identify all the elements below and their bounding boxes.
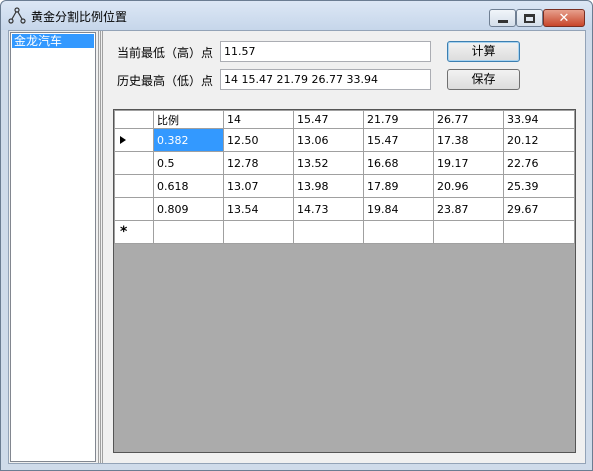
new-row: * [114,220,575,244]
column-header[interactable]: 14 [223,110,294,129]
grid-cell[interactable]: 25.39 [503,174,575,198]
grid-cell[interactable] [433,220,504,244]
results-grid[interactable]: 比例 14 15.47 21.79 26.77 33.94 0.382 12.5… [113,109,576,453]
table-row: 0.5 12.78 13.52 16.68 19.17 22.76 [114,151,575,175]
table-row: 0.618 13.07 13.98 17.89 20.96 25.39 [114,174,575,198]
grid-cell[interactable]: 19.84 [363,197,434,221]
grid-cell[interactable] [153,220,224,244]
grid-cell[interactable] [223,220,294,244]
grid-cell[interactable] [293,220,364,244]
grid-cell[interactable]: 17.89 [363,174,434,198]
window-title: 黄金分割比例位置 [31,10,128,24]
app-icon [8,7,26,24]
grid-cell[interactable]: 19.17 [433,151,504,175]
grid-table: 比例 14 15.47 21.79 26.77 33.94 0.382 12.5… [114,110,575,244]
grid-cell[interactable]: 0.5 [153,151,224,175]
minimize-button[interactable] [489,9,516,27]
current-low-label: 当前最低（高）点 [117,46,214,60]
table-row: 0.382 12.50 13.06 15.47 17.38 20.12 [114,128,575,152]
current-low-input[interactable]: 11.57 [220,41,431,62]
grid-cell[interactable]: 22.76 [503,151,575,175]
column-header[interactable]: 26.77 [433,110,504,129]
current-row-icon [120,135,126,144]
column-header[interactable]: 21.79 [363,110,434,129]
grid-cell[interactable]: 13.06 [293,128,364,152]
grid-cell[interactable]: 0.809 [153,197,224,221]
column-header[interactable]: 33.94 [503,110,575,129]
maximize-button[interactable] [516,9,543,27]
minimize-icon [497,19,508,23]
history-high-label: 历史最高（低）点 [117,74,214,88]
history-high-input[interactable]: 14 15.47 21.79 26.77 33.94 [220,69,431,90]
client-area: 金龙汽车 当前最低（高）点 11.57 计算 历史最高（低）点 14 15.47… [8,30,586,464]
row-header[interactable] [114,128,154,152]
stock-listbox[interactable]: 金龙汽车 [10,32,96,462]
row-header[interactable] [114,174,154,198]
row-header[interactable] [114,197,154,221]
close-icon: ✕ [558,10,570,26]
grid-cell[interactable] [503,220,575,244]
grid-cell[interactable]: 13.52 [293,151,364,175]
grid-header-row: 比例 14 15.47 21.79 26.77 33.94 [114,110,575,129]
splitter[interactable] [98,31,104,463]
app-window: 黄金分割比例位置 ✕ 金龙汽车 当前最低（高）点 11.57 计算 历史最高（低… [0,0,593,471]
grid-cell[interactable]: 20.96 [433,174,504,198]
row-header[interactable]: * [114,220,154,244]
grid-cell[interactable]: 29.67 [503,197,575,221]
grid-cell[interactable]: 12.50 [223,128,294,152]
grid-cell[interactable]: 13.54 [223,197,294,221]
row-header[interactable] [114,151,154,175]
grid-cell[interactable]: 17.38 [433,128,504,152]
title-bar[interactable]: 黄金分割比例位置 ✕ [1,1,592,30]
maximize-icon [524,13,535,23]
grid-cell[interactable]: 13.98 [293,174,364,198]
calculate-button[interactable]: 计算 [447,41,520,62]
save-button[interactable]: 保存 [447,69,520,90]
grid-cell[interactable]: 23.87 [433,197,504,221]
column-header[interactable]: 15.47 [293,110,364,129]
list-item-selected[interactable]: 金龙汽车 [12,34,94,48]
grid-cell[interactable]: 13.07 [223,174,294,198]
grid-cell[interactable]: 12.78 [223,151,294,175]
grid-cell[interactable]: 16.68 [363,151,434,175]
table-row: 0.809 13.54 14.73 19.84 23.87 29.67 [114,197,575,221]
grid-cell[interactable]: 0.382 [153,128,224,152]
grid-cell[interactable]: 14.73 [293,197,364,221]
close-button[interactable]: ✕ [543,9,585,27]
grid-cell[interactable] [363,220,434,244]
grid-cell[interactable]: 15.47 [363,128,434,152]
column-header[interactable]: 比例 [153,110,224,129]
corner-header[interactable] [114,110,154,129]
grid-cell[interactable]: 0.618 [153,174,224,198]
grid-cell[interactable]: 20.12 [503,128,575,152]
new-row-icon: * [120,224,128,240]
